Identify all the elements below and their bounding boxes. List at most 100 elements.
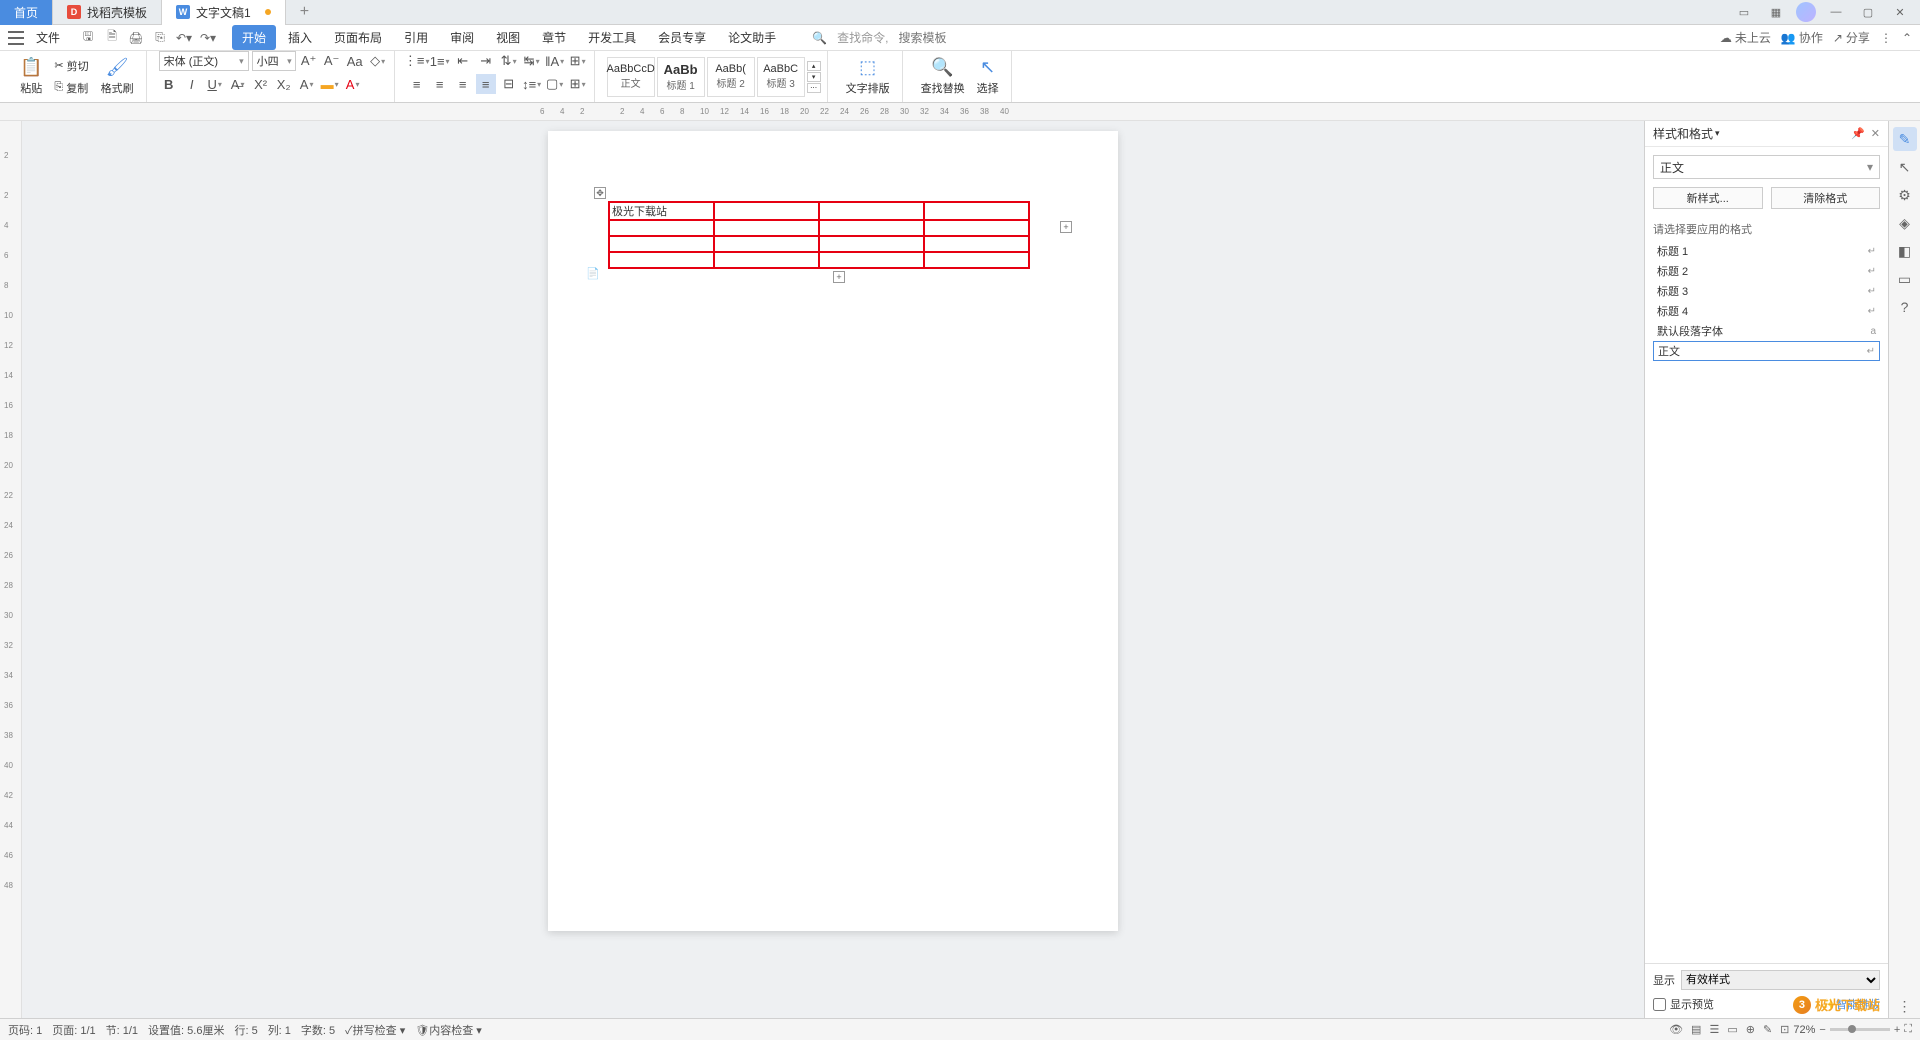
highlight-icon[interactable]: ▬	[320, 74, 340, 94]
font-name-select[interactable]: 宋体 (正文)	[159, 51, 249, 71]
pin-icon[interactable]: 📌	[1851, 127, 1865, 140]
style-h3[interactable]: AaBbC标题 3	[757, 57, 805, 97]
file-menu[interactable]: 文件	[30, 29, 66, 46]
clear-format-icon[interactable]: ◇	[368, 51, 388, 71]
table-add-col-handle[interactable]: +	[1060, 221, 1072, 233]
number-list-icon[interactable]: 1≡	[430, 51, 450, 71]
table-cell[interactable]: 极光下载站	[609, 202, 714, 220]
tab-reference[interactable]: 引用	[394, 25, 438, 50]
eye-icon[interactable]: 👁	[1669, 1023, 1683, 1036]
minimize-button[interactable]: —	[1824, 2, 1848, 22]
sb-line[interactable]: 行: 5	[234, 1022, 257, 1038]
save-icon[interactable]: 🖫	[78, 28, 98, 48]
font-color-icon[interactable]: A	[343, 74, 363, 94]
avatar[interactable]	[1796, 2, 1816, 22]
table-cell[interactable]	[819, 202, 924, 220]
align-justify-icon[interactable]: ≡	[476, 74, 496, 94]
side-cursor-icon[interactable]: ↖	[1893, 155, 1917, 179]
style-body[interactable]: AaBbCcD正文	[607, 57, 655, 97]
tab-page-layout[interactable]: 页面布局	[324, 25, 392, 50]
sort-icon[interactable]: ⇅	[499, 51, 519, 71]
search-template-input[interactable]	[898, 31, 978, 45]
sb-col[interactable]: 列: 1	[268, 1022, 291, 1038]
collapse-ribbon-icon[interactable]: ⌃	[1902, 31, 1912, 45]
undo-icon[interactable]: ↶▾	[174, 28, 194, 48]
subscript-icon[interactable]: X₂	[274, 74, 294, 94]
sb-pos[interactable]: 设置值: 5.6厘米	[148, 1022, 224, 1038]
font-size-select[interactable]: 小四	[252, 51, 296, 71]
close-button[interactable]: ✕	[1888, 2, 1912, 22]
style-h2[interactable]: AaBb(标题 2	[707, 57, 755, 97]
page[interactable]: 📄 ✥ + + 极光下载站	[548, 131, 1118, 931]
align-center-icon[interactable]: ≡	[430, 74, 450, 94]
side-dots-icon[interactable]: ⋮	[1893, 994, 1917, 1018]
grow-font-icon[interactable]: A⁺	[299, 51, 319, 71]
side-help-icon[interactable]: ?	[1893, 295, 1917, 319]
sb-section[interactable]: 节: 1/1	[106, 1022, 138, 1038]
gallery-scroll[interactable]: ▴▾⋯	[807, 61, 821, 93]
new-tab-button[interactable]: +	[286, 3, 323, 21]
grid-icon[interactable]: ▦	[1764, 2, 1788, 22]
underline-icon[interactable]: U	[205, 74, 225, 94]
style-item-default-font[interactable]: 默认段落字体a	[1653, 321, 1880, 341]
italic-icon[interactable]: I	[182, 74, 202, 94]
table-cell[interactable]	[714, 236, 819, 252]
side-pen-icon[interactable]: ✎	[1893, 127, 1917, 151]
table-cell[interactable]	[714, 252, 819, 268]
table-move-handle[interactable]: ✥	[594, 187, 606, 199]
panel-close-icon[interactable]: ✕	[1871, 127, 1880, 140]
line-height-icon[interactable]: ‖A	[545, 51, 565, 71]
style-item-h3[interactable]: 标题 3↵	[1653, 281, 1880, 301]
sb-content[interactable]: 🛡内容检查 ▾	[415, 1022, 482, 1038]
redo-icon[interactable]: ↷▾	[198, 28, 218, 48]
find-replace-button[interactable]: 🔍查找替换	[915, 57, 971, 96]
align-right-icon[interactable]: ≡	[453, 74, 473, 94]
zoom-in-icon[interactable]: +	[1894, 1024, 1900, 1036]
display-select[interactable]: 有效样式	[1681, 970, 1880, 990]
new-style-button[interactable]: 新样式...	[1653, 187, 1763, 209]
table-cell[interactable]	[714, 202, 819, 220]
bullet-list-icon[interactable]: ⋮≡	[407, 51, 427, 71]
side-nav-icon[interactable]: ◧	[1893, 239, 1917, 263]
side-book-icon[interactable]: ▭	[1893, 267, 1917, 291]
style-item-h4[interactable]: 标题 4↵	[1653, 301, 1880, 321]
table-border-icon[interactable]: ⊞	[568, 74, 588, 94]
tab-template[interactable]: D找稻壳模板	[53, 0, 162, 25]
format-painter-button[interactable]: 🖌格式刷	[95, 57, 140, 96]
style-item-h1[interactable]: 标题 1↵	[1653, 241, 1880, 261]
increase-indent-icon[interactable]: ⇥	[476, 51, 496, 71]
table-cell[interactable]	[924, 220, 1029, 236]
style-item-body[interactable]: 正文↵	[1653, 341, 1880, 361]
side-shape-icon[interactable]: ◈	[1893, 211, 1917, 235]
select-button[interactable]: ↖选择	[971, 57, 1005, 96]
table-cell[interactable]	[609, 220, 714, 236]
current-style-select[interactable]: 正文	[1653, 155, 1880, 179]
tab-review[interactable]: 审阅	[440, 25, 484, 50]
document-table[interactable]: 极光下载站	[608, 201, 1030, 269]
decrease-indent-icon[interactable]: ⇤	[453, 51, 473, 71]
distribute-icon[interactable]: ⊟	[499, 74, 519, 94]
view-outline-icon[interactable]: ☰	[1709, 1023, 1719, 1036]
coop-button[interactable]: 👥 协作	[1781, 29, 1823, 46]
table-cell[interactable]	[714, 220, 819, 236]
tab-icon[interactable]: ↹	[522, 51, 542, 71]
export-icon[interactable]: ⎘	[150, 28, 170, 48]
canvas[interactable]: 📄 ✥ + + 极光下载站	[22, 121, 1644, 1018]
table-add-row-handle[interactable]: +	[833, 271, 845, 283]
layout-icon[interactable]: ▭	[1732, 2, 1756, 22]
line-spacing-icon[interactable]: ↕≡	[522, 74, 542, 94]
zoom-fit-icon[interactable]: ⊡	[1780, 1023, 1789, 1036]
border-icon[interactable]: ⊞	[568, 51, 588, 71]
sb-words[interactable]: 字数: 5	[301, 1022, 335, 1038]
table-cell[interactable]	[609, 252, 714, 268]
align-left-icon[interactable]: ≡	[407, 74, 427, 94]
table-cell[interactable]	[609, 236, 714, 252]
view-read-icon[interactable]: ⊕	[1746, 1023, 1755, 1036]
hamburger-icon[interactable]	[8, 31, 24, 45]
bold-icon[interactable]: B	[159, 74, 179, 94]
tab-section[interactable]: 章节	[532, 25, 576, 50]
search-cmd-placeholder[interactable]: 查找命令,	[837, 29, 888, 46]
table-cell[interactable]	[819, 252, 924, 268]
superscript-icon[interactable]: X²	[251, 74, 271, 94]
cut-button[interactable]: ✂ 剪切	[52, 56, 90, 76]
